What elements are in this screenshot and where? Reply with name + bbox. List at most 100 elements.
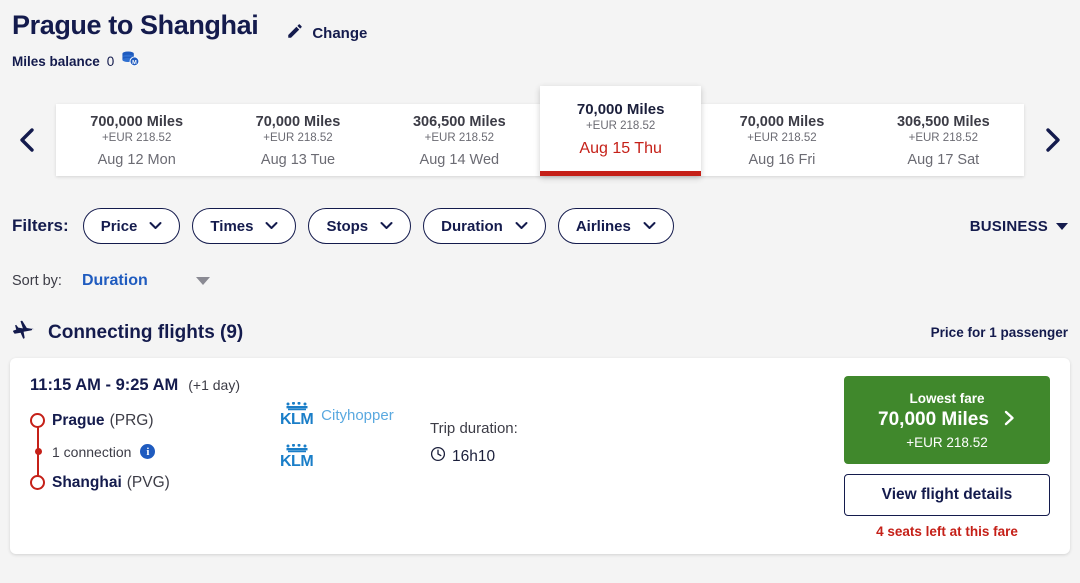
klm-logo-icon: KLM <box>280 402 314 428</box>
fare-amount-row: 70,000 Miles <box>878 409 1016 432</box>
date-option[interactable]: 700,000 Miles +EUR 218.52 Aug 12 Mon <box>56 104 217 176</box>
destination-city: Shanghai <box>52 473 122 491</box>
date-day: Aug 16 Fri <box>748 152 816 168</box>
price-passenger-note: Price for 1 passenger <box>930 325 1068 340</box>
results-title: Connecting flights (9) <box>48 321 244 343</box>
trip-duration-value-row: 16h10 <box>430 446 844 467</box>
route-destination: Shanghai (PVG) <box>30 467 280 498</box>
cabin-class-label: BUSINESS <box>969 217 1048 235</box>
route-origin: Prague (PRG) <box>30 405 280 436</box>
carousel-prev-button[interactable] <box>0 125 56 155</box>
route-node-destination-icon <box>30 475 45 490</box>
flight-result-card[interactable]: 11:15 AM - 9:25 AM (+1 day) Prague (PRG)… <box>10 358 1070 554</box>
date-miles: 700,000 Miles <box>90 114 184 130</box>
klm-logo-text: KLM <box>280 411 314 428</box>
airline-subbrand: Cityhopper <box>321 406 394 424</box>
filters-bar: Filters: Price Times Stops Duration Airl… <box>0 208 1080 244</box>
date-miles: 306,500 Miles <box>412 114 506 130</box>
date-eur: +EUR 218.52 <box>908 132 978 144</box>
cabin-class-selector[interactable]: BUSINESS <box>970 218 1068 235</box>
date-day: Aug 13 Tue <box>260 152 336 168</box>
date-miles: 70,000 Miles <box>739 114 825 130</box>
date-eur: +EUR 218.52 <box>747 132 817 144</box>
route-node-connection-icon <box>34 448 42 455</box>
filters-label: Filters: <box>12 216 69 235</box>
date-option[interactable]: 70,000 Miles +EUR 218.52 Aug 13 Tue <box>217 104 378 176</box>
filter-duration-button[interactable]: Duration <box>423 208 546 244</box>
view-flight-details-label: View flight details <box>881 486 1013 503</box>
fare-miles: 70,000 Miles <box>878 409 989 430</box>
date-option-selected[interactable]: 70,000 Miles +EUR 218.52 Aug 15 Thu <box>539 86 702 176</box>
carousel-next-button[interactable] <box>1024 125 1080 155</box>
page-title: Prague to Shanghai <box>12 10 259 40</box>
filter-label: Stops <box>326 217 369 235</box>
pencil-icon <box>286 22 304 45</box>
header-title-row: Prague to Shanghai Change <box>12 10 1080 45</box>
route-connection: 1 connection i <box>34 436 280 467</box>
miles-balance: Miles balance 0 M <box>12 51 1080 72</box>
change-route-button[interactable]: Change <box>286 22 367 45</box>
date-option[interactable]: 306,500 Miles +EUR 218.52 Aug 14 Wed <box>379 104 540 176</box>
sort-bar: Sort by: Duration <box>0 272 1080 290</box>
change-label: Change <box>312 25 368 42</box>
filter-times-button[interactable]: Times <box>192 208 297 244</box>
fare-eur: +EUR 218.52 <box>906 434 988 450</box>
date-option[interactable]: 306,500 Miles +EUR 218.52 Aug 17 Sat <box>863 104 1024 176</box>
date-eur: +EUR 218.52 <box>101 132 172 144</box>
filter-airlines-button[interactable]: Airlines <box>557 208 674 244</box>
trip-duration-column: Trip duration: 16h10 <box>430 376 844 536</box>
destination-code: (PVG) <box>126 473 170 491</box>
airplane-icon <box>12 320 36 345</box>
chevron-down-icon <box>643 217 656 235</box>
date-miles: 70,000 Miles <box>576 101 665 118</box>
date-day: Aug 14 Wed <box>419 152 500 168</box>
filter-stops-button[interactable]: Stops <box>308 208 412 244</box>
klm-logo-text: KLM <box>280 453 314 470</box>
origin-city: Prague <box>52 411 105 429</box>
seats-left-warning: 4 seats left at this fare <box>876 524 1018 539</box>
results-header: Connecting flights (9) Price for 1 passe… <box>0 320 1080 345</box>
sort-label: Sort by: <box>12 273 62 289</box>
date-option[interactable]: 70,000 Miles +EUR 218.52 Aug 16 Fri <box>701 104 862 176</box>
date-eur: +EUR 218.52 <box>585 120 656 132</box>
miles-balance-value: 0 <box>106 54 115 69</box>
svg-text:M: M <box>132 60 137 66</box>
date-miles: 70,000 Miles <box>255 114 341 130</box>
date-day: Aug 17 Sat <box>907 152 980 168</box>
fare-label: Lowest fare <box>909 390 985 406</box>
clock-icon <box>430 446 446 467</box>
chevron-right-icon <box>1003 409 1016 432</box>
date-day: Aug 12 Mon <box>97 152 176 168</box>
route-diagram: Prague (PRG) 1 connection i Shanghai (PV… <box>30 405 280 498</box>
date-miles: 306,500 Miles <box>896 114 990 130</box>
date-carousel: 700,000 Miles +EUR 218.52 Aug 12 Mon 70,… <box>0 86 1080 186</box>
route-node-origin-icon <box>30 413 45 428</box>
chevron-down-icon <box>515 217 528 235</box>
miles-balance-label: Miles balance <box>12 54 100 69</box>
filter-price-button[interactable]: Price <box>82 208 181 244</box>
date-list: 700,000 Miles +EUR 218.52 Aug 12 Mon 70,… <box>56 86 1024 176</box>
date-eur: +EUR 218.52 <box>263 132 333 144</box>
page-header: Prague to Shanghai Change Miles balance … <box>0 0 1080 72</box>
flight-times-line: 11:15 AM - 9:25 AM (+1 day) <box>30 376 280 395</box>
trip-duration-value: 16h10 <box>452 447 496 465</box>
chevron-down-icon <box>149 217 162 235</box>
sort-caret-down-icon[interactable] <box>195 277 210 285</box>
chevron-down-icon <box>265 217 278 235</box>
sort-value[interactable]: Duration <box>82 272 148 290</box>
airline-row: KLM Cityhopper <box>280 402 430 428</box>
filter-label: Airlines <box>575 217 631 235</box>
select-fare-button[interactable]: Lowest fare 70,000 Miles +EUR 218.52 <box>844 376 1050 464</box>
coins-icon: M <box>121 51 140 72</box>
flight-route-column: 11:15 AM - 9:25 AM (+1 day) Prague (PRG)… <box>30 376 280 536</box>
view-flight-details-button[interactable]: View flight details <box>844 474 1050 516</box>
date-eur: +EUR 218.52 <box>424 132 494 144</box>
airline-column: KLM Cityhopper KLM <box>280 376 430 536</box>
trip-duration-label: Trip duration: <box>430 420 518 437</box>
filter-label: Price <box>100 217 138 235</box>
fare-column: Lowest fare 70,000 Miles +EUR 218.52 Vie… <box>844 376 1050 539</box>
flight-times: 11:15 AM - 9:25 AM <box>30 376 179 394</box>
info-icon[interactable]: i <box>140 444 156 459</box>
date-day: Aug 15 Thu <box>579 140 662 157</box>
chevron-down-icon <box>380 217 393 235</box>
